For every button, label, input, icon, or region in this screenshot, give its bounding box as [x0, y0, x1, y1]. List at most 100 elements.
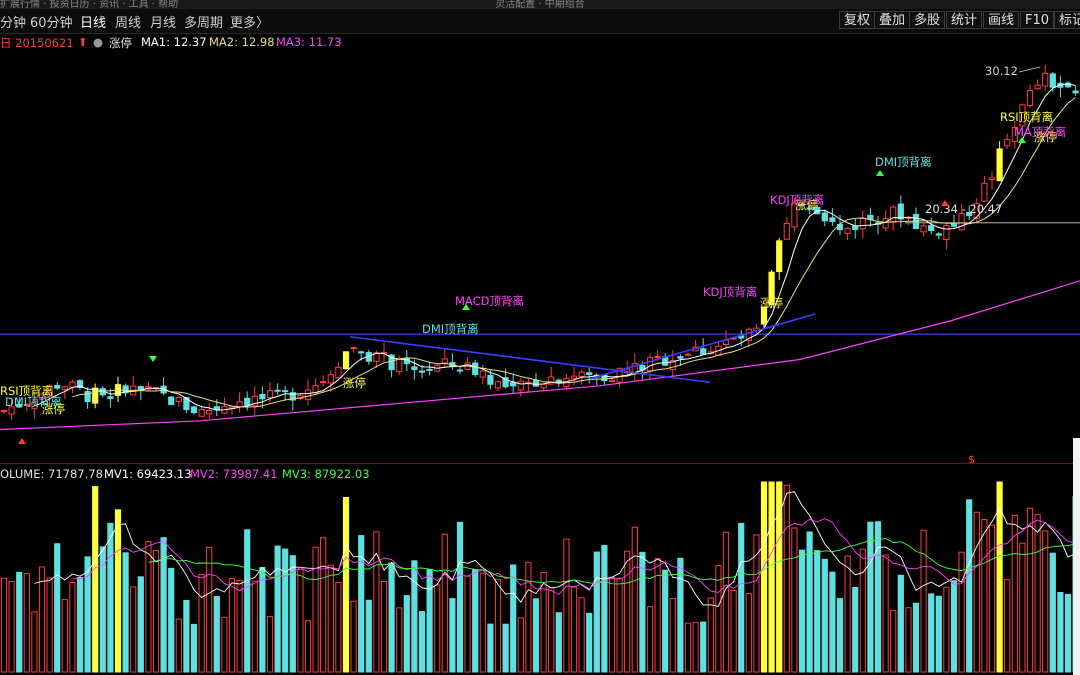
- volume-bar[interactable]: [821, 558, 828, 673]
- candle-body[interactable]: [654, 355, 661, 358]
- volume-bar[interactable]: [897, 574, 904, 673]
- volume-bar[interactable]: [707, 597, 714, 673]
- candle-body[interactable]: [829, 217, 836, 222]
- volume-bar[interactable]: [570, 586, 578, 673]
- candle-body[interactable]: [456, 369, 464, 372]
- candle-body[interactable]: [0, 409, 8, 412]
- volume-bar[interactable]: [890, 609, 897, 673]
- candle-body[interactable]: [532, 380, 540, 387]
- volume-bar[interactable]: [966, 499, 973, 673]
- candle-body[interactable]: [335, 366, 342, 379]
- volume-bar[interactable]: [213, 595, 220, 673]
- candle-body[interactable]: [684, 353, 692, 356]
- volume-bar[interactable]: [722, 531, 730, 673]
- volume-bar[interactable]: [297, 568, 304, 673]
- volume-bar[interactable]: [137, 576, 144, 673]
- candle-body[interactable]: [418, 370, 426, 373]
- volume-bar[interactable]: [738, 522, 745, 673]
- candle-body[interactable]: [996, 148, 1003, 182]
- volume-bar[interactable]: [783, 484, 790, 673]
- volume-bar[interactable]: [251, 580, 258, 673]
- candle-body[interactable]: [525, 381, 532, 384]
- volume-bar[interactable]: [396, 607, 403, 673]
- volume-bar[interactable]: [874, 521, 882, 673]
- candle-body[interactable]: [1072, 90, 1079, 94]
- candle-body[interactable]: [92, 387, 99, 404]
- volume-bar[interactable]: [418, 611, 426, 673]
- candle-body[interactable]: [396, 358, 403, 373]
- volume-bar[interactable]: [1011, 514, 1018, 673]
- candle-body[interactable]: [175, 397, 182, 403]
- volume-bar[interactable]: [669, 598, 676, 673]
- volume-bar[interactable]: [624, 550, 631, 673]
- candle-body[interactable]: [54, 385, 61, 389]
- volume-bar[interactable]: [563, 538, 570, 673]
- volume-bar[interactable]: [494, 578, 502, 673]
- volume-bar[interactable]: [479, 572, 486, 673]
- candle-body[interactable]: [517, 380, 524, 391]
- volume-bar[interactable]: [943, 586, 950, 673]
- volume-bar[interactable]: [859, 548, 866, 673]
- candle-body[interactable]: [190, 406, 198, 414]
- volume-bar[interactable]: [517, 617, 524, 673]
- volume-bar[interactable]: [380, 580, 388, 673]
- volume-bar[interactable]: [798, 549, 806, 673]
- candle-body[interactable]: [1042, 72, 1049, 87]
- candle-body[interactable]: [441, 358, 448, 364]
- candle-body[interactable]: [928, 225, 935, 232]
- volume-bar[interactable]: [312, 546, 319, 673]
- candle-body[interactable]: [213, 406, 220, 410]
- candle-body[interactable]: [304, 389, 312, 401]
- volume-bar[interactable]: [388, 562, 395, 673]
- candle-body[interactable]: [107, 396, 114, 399]
- volume-bar[interactable]: [107, 522, 114, 673]
- candle-body[interactable]: [236, 401, 243, 408]
- volume-bar[interactable]: [61, 599, 68, 673]
- volume-bar[interactable]: [145, 541, 152, 673]
- volume-bar[interactable]: [525, 561, 532, 673]
- volume-bar[interactable]: [1042, 530, 1049, 673]
- candle-body[interactable]: [677, 356, 684, 359]
- candle-body[interactable]: [426, 368, 433, 371]
- candle-body[interactable]: [935, 233, 942, 236]
- volume-bar[interactable]: [335, 581, 342, 673]
- candle-body[interactable]: [69, 381, 76, 388]
- volume-bar[interactable]: [434, 584, 441, 673]
- volume-bar[interactable]: [426, 568, 433, 673]
- volume-bar[interactable]: [54, 543, 61, 673]
- volume-bar[interactable]: [282, 548, 289, 673]
- candle-body[interactable]: [282, 390, 289, 393]
- candle-body[interactable]: [206, 410, 213, 415]
- volume-bar[interactable]: [601, 544, 608, 673]
- volume-bar[interactable]: [540, 572, 547, 673]
- volume-bar[interactable]: [114, 509, 122, 673]
- volume-bar[interactable]: [844, 555, 851, 673]
- volume-bar[interactable]: [16, 571, 23, 673]
- candle-body[interactable]: [608, 380, 616, 383]
- volume-bar[interactable]: [206, 546, 213, 673]
- kline-chart[interactable]: 30.1220.34 - 20.47涨停涨停涨停涨停涨停RSI顶背离RSI顶背离…: [0, 0, 1080, 675]
- volume-bar[interactable]: [259, 567, 266, 673]
- volume-bar[interactable]: [700, 621, 707, 673]
- candle-body[interactable]: [950, 223, 958, 227]
- candle-body[interactable]: [988, 177, 996, 181]
- volume-bar[interactable]: [631, 526, 638, 673]
- candle-body[interactable]: [897, 203, 904, 220]
- candle-body[interactable]: [266, 390, 274, 399]
- candle-body[interactable]: [540, 383, 547, 389]
- volume-bar[interactable]: [198, 574, 205, 673]
- volume-bar[interactable]: [760, 481, 768, 673]
- candle-body[interactable]: [1004, 139, 1011, 147]
- candle-body[interactable]: [700, 348, 707, 355]
- volume-bar[interactable]: [677, 557, 684, 673]
- volume-bar[interactable]: [988, 524, 996, 673]
- volume-bar[interactable]: [472, 569, 479, 673]
- candle-body[interactable]: [198, 409, 205, 417]
- candle-body[interactable]: [320, 381, 327, 384]
- candle-body[interactable]: [342, 351, 350, 370]
- volume-bar[interactable]: [662, 569, 669, 673]
- candle-body[interactable]: [882, 218, 889, 229]
- volume-bar[interactable]: [449, 598, 456, 673]
- volume-bar[interactable]: [578, 597, 585, 673]
- candle-body[interactable]: [890, 206, 897, 223]
